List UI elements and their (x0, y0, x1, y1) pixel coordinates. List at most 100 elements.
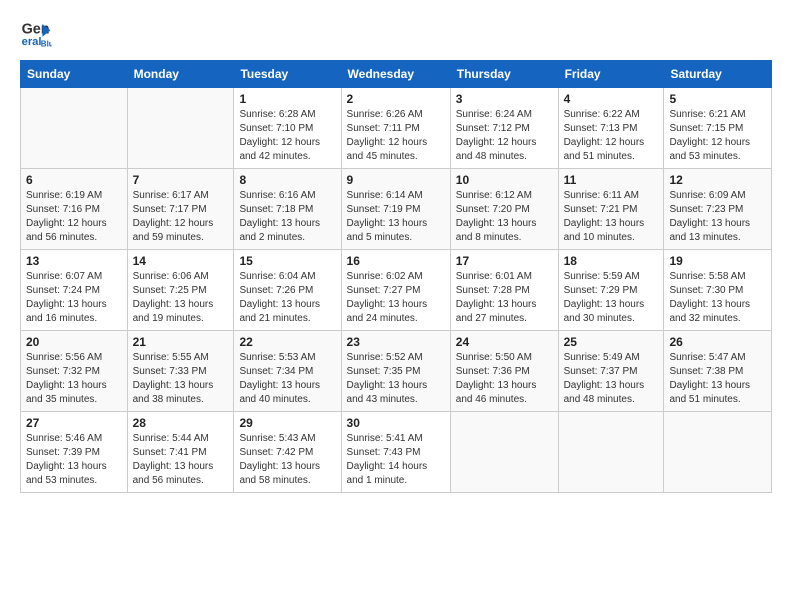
day-number: 13 (26, 254, 122, 268)
day-info: Sunrise: 5:58 AM Sunset: 7:30 PM Dayligh… (669, 270, 766, 326)
calendar-cell: 19 Sunrise: 5:58 AM Sunset: 7:30 PM Dayli… (664, 250, 772, 331)
calendar-cell: 3 Sunrise: 6:24 AM Sunset: 7:12 PM Daylig… (450, 88, 558, 169)
day-info: Sunrise: 5:59 AM Sunset: 7:29 PM Dayligh… (564, 270, 659, 326)
calendar-page: Gen eral Blue SundayMondayTuesdayWednesd… (0, 0, 792, 612)
day-number: 23 (347, 335, 445, 349)
calendar-cell: 26 Sunrise: 5:47 AM Sunset: 7:38 PM Dayli… (664, 331, 772, 412)
day-info: Sunrise: 6:12 AM Sunset: 7:20 PM Dayligh… (456, 189, 553, 245)
day-info: Sunrise: 5:56 AM Sunset: 7:32 PM Dayligh… (26, 351, 122, 407)
day-number: 10 (456, 173, 553, 187)
day-number: 5 (669, 92, 766, 106)
day-number: 2 (347, 92, 445, 106)
day-info: Sunrise: 6:04 AM Sunset: 7:26 PM Dayligh… (239, 270, 335, 326)
day-number: 26 (669, 335, 766, 349)
calendar-cell: 10 Sunrise: 6:12 AM Sunset: 7:20 PM Dayli… (450, 169, 558, 250)
day-info: Sunrise: 5:46 AM Sunset: 7:39 PM Dayligh… (26, 432, 122, 488)
day-info: Sunrise: 5:44 AM Sunset: 7:41 PM Dayligh… (133, 432, 229, 488)
calendar-cell: 16 Sunrise: 6:02 AM Sunset: 7:27 PM Dayli… (341, 250, 450, 331)
day-number: 1 (239, 92, 335, 106)
day-number: 20 (26, 335, 122, 349)
day-info: Sunrise: 5:47 AM Sunset: 7:38 PM Dayligh… (669, 351, 766, 407)
weekday-header-saturday: Saturday (664, 61, 772, 88)
day-info: Sunrise: 6:14 AM Sunset: 7:19 PM Dayligh… (347, 189, 445, 245)
weekday-header-sunday: Sunday (21, 61, 128, 88)
day-number: 16 (347, 254, 445, 268)
day-number: 6 (26, 173, 122, 187)
day-number: 30 (347, 416, 445, 430)
calendar-cell (450, 412, 558, 493)
calendar-cell (127, 88, 234, 169)
day-number: 18 (564, 254, 659, 268)
calendar-cell: 13 Sunrise: 6:07 AM Sunset: 7:24 PM Dayli… (21, 250, 128, 331)
calendar-cell (664, 412, 772, 493)
day-number: 17 (456, 254, 553, 268)
calendar-cell: 28 Sunrise: 5:44 AM Sunset: 7:41 PM Dayli… (127, 412, 234, 493)
calendar-cell: 7 Sunrise: 6:17 AM Sunset: 7:17 PM Daylig… (127, 169, 234, 250)
calendar-table: SundayMondayTuesdayWednesdayThursdayFrid… (20, 60, 772, 493)
day-number: 22 (239, 335, 335, 349)
day-number: 27 (26, 416, 122, 430)
weekday-header-thursday: Thursday (450, 61, 558, 88)
calendar-cell (21, 88, 128, 169)
calendar-cell: 4 Sunrise: 6:22 AM Sunset: 7:13 PM Daylig… (558, 88, 664, 169)
calendar-cell: 22 Sunrise: 5:53 AM Sunset: 7:34 PM Dayli… (234, 331, 341, 412)
calendar-cell (558, 412, 664, 493)
week-row-1: 1 Sunrise: 6:28 AM Sunset: 7:10 PM Daylig… (21, 88, 772, 169)
day-info: Sunrise: 6:17 AM Sunset: 7:17 PM Dayligh… (133, 189, 229, 245)
day-info: Sunrise: 5:41 AM Sunset: 7:43 PM Dayligh… (347, 432, 445, 488)
day-number: 15 (239, 254, 335, 268)
calendar-cell: 24 Sunrise: 5:50 AM Sunset: 7:36 PM Dayli… (450, 331, 558, 412)
calendar-cell: 23Sunrise: 5:52 AM Sunset: 7:35 PM Dayli… (341, 331, 450, 412)
day-info: Sunrise: 5:55 AM Sunset: 7:33 PM Dayligh… (133, 351, 229, 407)
calendar-cell: 14Sunrise: 6:06 AM Sunset: 7:25 PM Dayli… (127, 250, 234, 331)
weekday-header-monday: Monday (127, 61, 234, 88)
day-info: Sunrise: 6:19 AM Sunset: 7:16 PM Dayligh… (26, 189, 122, 245)
week-row-3: 13 Sunrise: 6:07 AM Sunset: 7:24 PM Dayli… (21, 250, 772, 331)
day-info: Sunrise: 6:26 AM Sunset: 7:11 PM Dayligh… (347, 108, 445, 164)
day-number: 14 (133, 254, 229, 268)
calendar-cell: 25Sunrise: 5:49 AM Sunset: 7:37 PM Dayli… (558, 331, 664, 412)
calendar-cell: 29 Sunrise: 5:43 AM Sunset: 7:42 PM Dayli… (234, 412, 341, 493)
day-number: 25 (564, 335, 659, 349)
day-info: Sunrise: 6:16 AM Sunset: 7:18 PM Dayligh… (239, 189, 335, 245)
calendar-cell: 11Sunrise: 6:11 AM Sunset: 7:21 PM Dayli… (558, 169, 664, 250)
week-row-4: 20 Sunrise: 5:56 AM Sunset: 7:32 PM Dayli… (21, 331, 772, 412)
day-number: 7 (133, 173, 229, 187)
day-info: Sunrise: 6:02 AM Sunset: 7:27 PM Dayligh… (347, 270, 445, 326)
weekday-header-wednesday: Wednesday (341, 61, 450, 88)
calendar-cell: 1 Sunrise: 6:28 AM Sunset: 7:10 PM Daylig… (234, 88, 341, 169)
day-info: Sunrise: 6:22 AM Sunset: 7:13 PM Dayligh… (564, 108, 659, 164)
day-info: Sunrise: 6:09 AM Sunset: 7:23 PM Dayligh… (669, 189, 766, 245)
day-number: 19 (669, 254, 766, 268)
svg-text:eral: eral (22, 36, 42, 48)
calendar-cell: 15 Sunrise: 6:04 AM Sunset: 7:26 PM Dayli… (234, 250, 341, 331)
day-number: 11 (564, 173, 659, 187)
calendar-cell: 5Sunrise: 6:21 AM Sunset: 7:15 PM Daylig… (664, 88, 772, 169)
svg-text:Blue: Blue (41, 39, 52, 48)
calendar-cell: 2 Sunrise: 6:26 AM Sunset: 7:11 PM Daylig… (341, 88, 450, 169)
day-number: 28 (133, 416, 229, 430)
day-info: Sunrise: 6:07 AM Sunset: 7:24 PM Dayligh… (26, 270, 122, 326)
weekday-header-row: SundayMondayTuesdayWednesdayThursdayFrid… (21, 61, 772, 88)
day-info: Sunrise: 6:28 AM Sunset: 7:10 PM Dayligh… (239, 108, 335, 164)
logo: Gen eral Blue (20, 16, 56, 48)
weekday-header-friday: Friday (558, 61, 664, 88)
day-info: Sunrise: 6:01 AM Sunset: 7:28 PM Dayligh… (456, 270, 553, 326)
day-number: 4 (564, 92, 659, 106)
calendar-cell: 27 Sunrise: 5:46 AM Sunset: 7:39 PM Dayli… (21, 412, 128, 493)
calendar-cell: 30 Sunrise: 5:41 AM Sunset: 7:43 PM Dayli… (341, 412, 450, 493)
day-info: Sunrise: 5:50 AM Sunset: 7:36 PM Dayligh… (456, 351, 553, 407)
calendar-cell: 17 Sunrise: 6:01 AM Sunset: 7:28 PM Dayli… (450, 250, 558, 331)
calendar-cell: 12Sunrise: 6:09 AM Sunset: 7:23 PM Dayli… (664, 169, 772, 250)
day-number: 21 (133, 335, 229, 349)
day-number: 29 (239, 416, 335, 430)
day-number: 24 (456, 335, 553, 349)
calendar-cell: 8Sunrise: 6:16 AM Sunset: 7:18 PM Daylig… (234, 169, 341, 250)
day-info: Sunrise: 6:24 AM Sunset: 7:12 PM Dayligh… (456, 108, 553, 164)
day-info: Sunrise: 5:43 AM Sunset: 7:42 PM Dayligh… (239, 432, 335, 488)
day-number: 3 (456, 92, 553, 106)
calendar-cell: 18 Sunrise: 5:59 AM Sunset: 7:29 PM Dayli… (558, 250, 664, 331)
day-info: Sunrise: 5:53 AM Sunset: 7:34 PM Dayligh… (239, 351, 335, 407)
week-row-2: 6 Sunrise: 6:19 AM Sunset: 7:16 PM Daylig… (21, 169, 772, 250)
weekday-header-tuesday: Tuesday (234, 61, 341, 88)
